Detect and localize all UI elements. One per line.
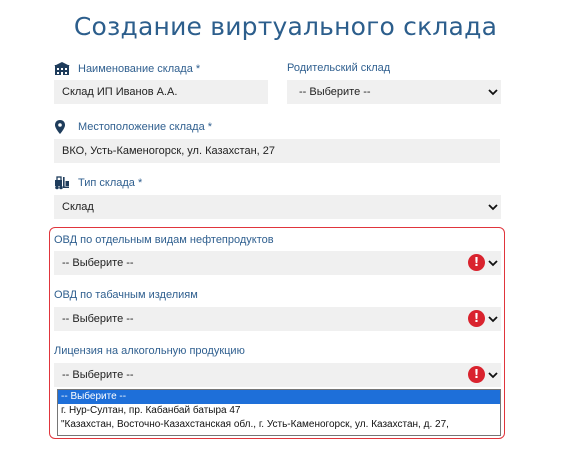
warehouse-name-label: Наименование склада * [54, 62, 200, 76]
warehouse-type-select[interactable]: Склад [54, 195, 501, 219]
ovd-tobacco-select[interactable]: -- Выберите -- ! [54, 307, 501, 331]
parent-warehouse-label: Родительский склад [287, 62, 391, 74]
chevron-down-icon [488, 204, 498, 211]
page-title: Создание виртуального склада [73, 12, 498, 41]
ovd-oil-label: ОВД по отдельным видам нефтепродуктов [54, 234, 274, 246]
error-icon: ! [468, 254, 485, 271]
forklift-icon [54, 176, 70, 190]
warehouse-name-input[interactable]: Склад ИП Иванов А.А. [54, 80, 268, 104]
chevron-down-icon [488, 372, 498, 379]
error-icon: ! [468, 310, 485, 327]
alcohol-license-label: Лицензия на алкогольную продукцию [54, 345, 245, 357]
alcohol-license-select[interactable]: -- Выберите -- ! [54, 363, 501, 387]
alcohol-license-dropdown[interactable]: -- Выберите -- г. Нур-Султан, пр. Кабанб… [57, 389, 501, 436]
dropdown-option[interactable]: "Казахстан, Восточно-Казахстанская обл.,… [58, 418, 500, 432]
ovd-tobacco-label: ОВД по табачным изделиям [54, 289, 198, 301]
map-pin-icon [54, 120, 70, 134]
location-label: Местоположение склада * [54, 120, 212, 134]
building-icon [54, 62, 70, 76]
chevron-down-icon [488, 89, 498, 96]
location-input[interactable]: ВКО, Усть-Каменогорск, ул. Казахстан, 27 [54, 139, 500, 163]
chevron-down-icon [488, 260, 498, 267]
warehouse-type-label: Тип склада * [54, 176, 142, 190]
ovd-oil-select[interactable]: -- Выберите -- ! [54, 251, 501, 275]
dropdown-option[interactable]: -- Выберите -- [58, 390, 500, 404]
error-icon: ! [468, 366, 485, 383]
chevron-down-icon [488, 316, 498, 323]
dropdown-option[interactable]: г. Нур-Султан, пр. Кабанбай батыра 47 [58, 404, 500, 418]
parent-warehouse-select[interactable]: -- Выберите -- [287, 80, 501, 104]
